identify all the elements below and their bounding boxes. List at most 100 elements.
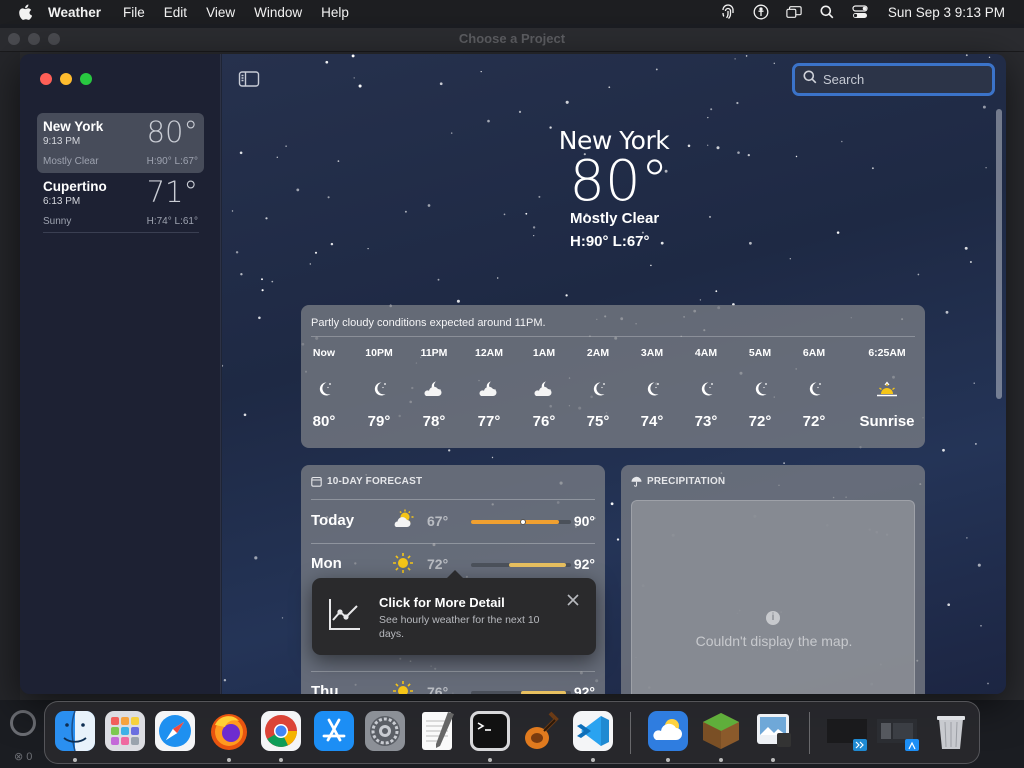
location-name: Cupertino <box>43 179 107 194</box>
hourly-time-label: 2AM <box>586 347 610 359</box>
textedit-icon[interactable] <box>415 709 459 753</box>
search-input[interactable] <box>823 72 973 87</box>
forecast-row[interactable]: Thu 76° 92° <box>311 677 595 694</box>
screen-mirroring-icon[interactable] <box>786 4 802 20</box>
moon-clear-icon <box>679 377 733 401</box>
hourly-time-label: 4AM <box>694 347 718 359</box>
precipitation-panel[interactable]: PRECIPITATION i Couldn't display the map… <box>621 465 925 694</box>
fingerprint-icon[interactable] <box>720 4 736 20</box>
vertical-scrollbar[interactable] <box>996 109 1002 399</box>
finder-icon[interactable] <box>53 709 97 753</box>
current-condition: Mostly Clear <box>570 210 660 227</box>
hourly-item: 1AM 76° <box>517 347 571 430</box>
vscode-icon[interactable] <box>571 709 615 753</box>
spotlight-search-icon[interactable] <box>819 4 835 20</box>
forecast-day: Mon <box>311 555 342 572</box>
firefox-icon[interactable] <box>207 709 251 753</box>
search-icon <box>803 70 817 89</box>
minimize-button[interactable] <box>60 73 72 85</box>
location-item-new-york[interactable]: New York 9:13 PM 80° Mostly Clear H:90° … <box>37 113 204 173</box>
temperature-range-fill <box>471 520 559 524</box>
temperature-range-bar <box>471 519 571 525</box>
sunrise-icon <box>852 377 922 401</box>
running-indicator <box>488 758 492 762</box>
menu-help[interactable]: Help <box>321 5 349 20</box>
menu-edit[interactable]: Edit <box>164 5 187 20</box>
current-temperature-dot <box>520 519 526 525</box>
moon-clear-icon <box>787 377 841 401</box>
hourly-item: 5AM 72° <box>733 347 787 430</box>
running-indicator <box>666 758 670 762</box>
locations-sidebar: New York 9:13 PM 80° Mostly Clear H:90° … <box>20 54 221 694</box>
close-button[interactable] <box>40 73 52 85</box>
close-icon[interactable] <box>565 592 581 608</box>
menu-window[interactable]: Window <box>254 5 302 20</box>
precipitation-map[interactable]: i Couldn't display the map. <box>631 500 915 694</box>
precipitation-header: PRECIPITATION <box>631 476 725 487</box>
forecast-high: 92° <box>573 684 595 694</box>
forecast-low: 72° <box>427 556 449 572</box>
hourly-time-label: 1AM <box>532 347 556 359</box>
zoom-button[interactable] <box>80 73 92 85</box>
current-temp: 80° <box>569 149 669 214</box>
gear-icon[interactable] <box>10 710 36 736</box>
background-window-title: Choose a Project <box>458 31 566 46</box>
menu-view[interactable]: View <box>206 5 235 20</box>
sun-icon <box>391 679 415 694</box>
current-hilo: H:90° L:67° <box>570 233 650 250</box>
safari-icon[interactable] <box>153 709 197 753</box>
system-settings-icon[interactable] <box>363 709 407 753</box>
temperature-range-fill <box>521 691 566 694</box>
hourly-forecast-panel[interactable]: Partly cloudy conditions expected around… <box>301 305 925 448</box>
hourly-item: 6:25AM Sunrise <box>852 347 922 430</box>
hourly-item: 11PM 78° <box>407 347 461 430</box>
menu-clock[interactable]: Sun Sep 3 9:13 PM <box>888 5 1005 20</box>
cloud-moon-icon <box>517 377 571 401</box>
temperature-range-bar <box>471 563 571 567</box>
location-time: 6:13 PM <box>43 196 81 207</box>
running-indicator <box>279 758 283 762</box>
temperature-range-bar <box>471 691 571 694</box>
forecast-divider <box>311 543 595 544</box>
preview-icon[interactable] <box>751 709 795 753</box>
running-indicator <box>591 758 595 762</box>
app-store-icon[interactable] <box>312 709 356 753</box>
moon-clear-icon <box>297 377 351 401</box>
trash-icon[interactable] <box>929 709 973 753</box>
menu-file[interactable]: File <box>123 5 145 20</box>
hourly-time-label: 6AM <box>802 347 826 359</box>
minecraft-icon[interactable] <box>699 709 743 753</box>
location-condition: Sunny <box>43 216 72 227</box>
umbrella-icon <box>631 476 642 487</box>
search-field[interactable] <box>792 63 995 96</box>
chrome-icon[interactable] <box>259 709 303 753</box>
calendar-icon <box>311 476 322 487</box>
forecast-row[interactable]: Today 67° 90° <box>311 506 595 536</box>
tooltip-title: Click for More Detail <box>379 595 505 610</box>
weather-app-icon[interactable] <box>646 709 690 753</box>
hourly-time-label: 10PM <box>365 347 393 359</box>
garageband-icon[interactable] <box>520 709 564 753</box>
sidebar-toggle-icon[interactable] <box>238 70 260 88</box>
hourly-item: 12AM 77° <box>462 347 516 430</box>
more-detail-tooltip[interactable]: Click for More Detail See hourly weather… <box>312 570 596 655</box>
forecast-divider <box>311 499 595 500</box>
accessibility-icon[interactable] <box>753 4 769 20</box>
tooltip-body: See hourly weather for the next 10 days. <box>379 614 540 640</box>
menu-app-name[interactable]: Weather <box>48 5 101 20</box>
hourly-time-label: 5AM <box>748 347 772 359</box>
location-item-cupertino[interactable]: Cupertino 6:13 PM 71° Sunny H:74° L:61° <box>37 173 204 233</box>
apple-menu-icon[interactable] <box>16 3 34 21</box>
hourly-temp: 73° <box>694 413 718 430</box>
location-hilo: H:90° L:67° <box>146 156 198 167</box>
hourly-temp: 72° <box>748 413 772 430</box>
moon-clear-icon <box>352 377 406 401</box>
location-condition: Mostly Clear <box>43 156 99 167</box>
launchpad-icon[interactable] <box>103 709 147 753</box>
hourly-item: 3AM 74° <box>625 347 679 430</box>
control-center-icon[interactable] <box>852 4 868 20</box>
terminal-icon[interactable] <box>468 709 512 753</box>
window-thumbnail-icon[interactable] <box>825 709 871 753</box>
forecast-low: 76° <box>427 684 449 694</box>
window-thumbnail-icon[interactable] <box>875 709 921 753</box>
